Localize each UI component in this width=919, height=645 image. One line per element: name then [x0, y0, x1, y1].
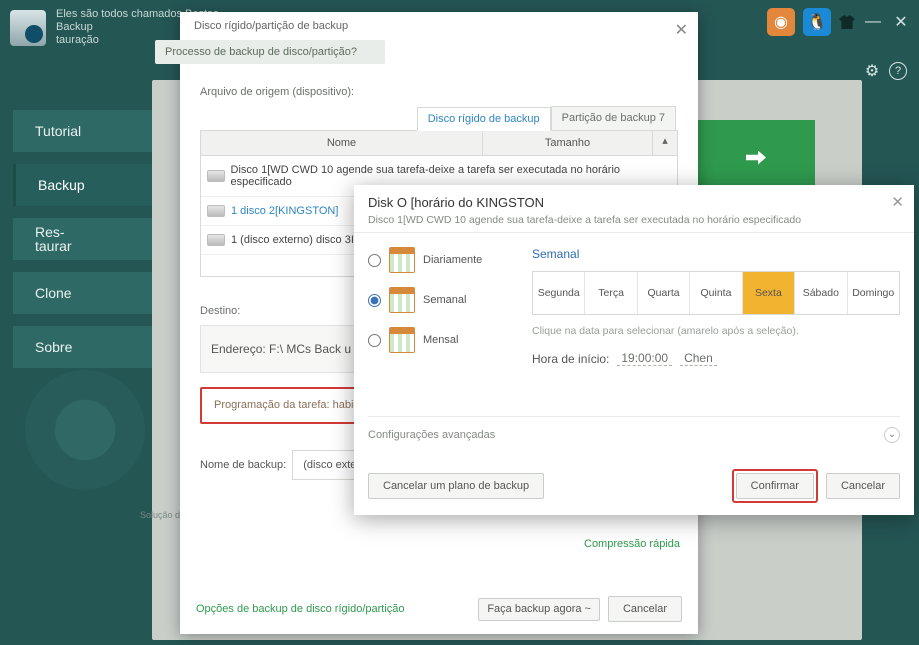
- help-icon[interactable]: ?: [889, 62, 907, 80]
- schedule-header: Semanal: [532, 247, 900, 261]
- schedule-dialog: ✕ Disk O [horário do KINGSTON Disco 1[WD…: [354, 185, 914, 515]
- tab-partition-backup[interactable]: Partição de backup 7: [551, 106, 676, 130]
- radio-daily[interactable]: [368, 254, 381, 267]
- time-value[interactable]: 19:00:00: [617, 351, 672, 366]
- freq-weekly[interactable]: Semanal: [368, 287, 518, 313]
- gear-icon[interactable]: ⚙: [863, 62, 881, 80]
- schedule-cancel-button[interactable]: Cancelar: [826, 473, 900, 499]
- col-name[interactable]: Nome: [201, 131, 483, 155]
- arrow-right-icon: [746, 151, 766, 165]
- sidebar-item-backup[interactable]: Backup: [13, 164, 153, 206]
- tray-weibo-icon[interactable]: ◉: [767, 8, 795, 36]
- schedule-title: Disk O [horário do KINGSTON: [354, 185, 914, 214]
- chevron-down-icon[interactable]: ⌄: [884, 427, 900, 443]
- app-logo-icon: [10, 10, 46, 46]
- day-fri[interactable]: Sexta: [743, 272, 795, 314]
- calendar-icon: [389, 287, 415, 313]
- close-button[interactable]: ✕: [891, 12, 911, 32]
- source-tabs: Disco rígido de backup Partição de backu…: [200, 106, 676, 130]
- minimize-button[interactable]: —: [863, 13, 883, 31]
- freq-monthly[interactable]: Mensal: [368, 327, 518, 353]
- scroll-up-icon[interactable]: ▴: [653, 131, 677, 155]
- calendar-icon: [389, 327, 415, 353]
- day-wed[interactable]: Quarta: [638, 272, 690, 314]
- backup-options-link[interactable]: Opções de backup de disco rígido/partiçã…: [196, 603, 405, 615]
- disk-icon: [207, 234, 225, 246]
- day-sun[interactable]: Domingo: [848, 272, 899, 314]
- day-sat[interactable]: Sábado: [795, 272, 847, 314]
- row-text: 1 disco 2[KINGSTON]: [231, 205, 338, 217]
- confirm-highlight: Confirmar: [732, 469, 818, 503]
- time-extra[interactable]: Chen: [680, 351, 717, 366]
- sidebar-item-about[interactable]: Sobre: [13, 326, 153, 368]
- day-mon[interactable]: Segunda: [533, 272, 585, 314]
- calendar-icon: [389, 247, 415, 273]
- backup-name-label: Nome de backup:: [200, 459, 286, 471]
- cancel-plan-button[interactable]: Cancelar um plano de backup: [368, 473, 544, 499]
- sidebar-item-restore[interactable]: Res- taurar: [13, 218, 153, 260]
- sidebar-item-clone[interactable]: Clone: [13, 272, 153, 314]
- freq-weekly-label: Semanal: [423, 295, 466, 306]
- sidebar: Tutorial Backup Res- taurar Clone Sobre: [13, 110, 153, 368]
- backup-now-button[interactable]: Faça backup agora ~: [478, 598, 600, 621]
- skin-icon[interactable]: [839, 15, 855, 29]
- source-label: Arquivo de origem (dispositivo):: [200, 86, 678, 98]
- day-tue[interactable]: Terça: [585, 272, 637, 314]
- advanced-settings-label[interactable]: Configurações avançadas: [368, 429, 495, 441]
- decorative-disc-icon: [25, 370, 145, 490]
- row-text: 1 (disco externo) disco 3IP: [231, 234, 361, 246]
- confirm-button[interactable]: Confirmar: [736, 473, 814, 499]
- freq-daily-label: Diariamente: [423, 255, 482, 266]
- tray-qq-icon[interactable]: 🐧: [803, 8, 831, 36]
- tab-disk-backup[interactable]: Disco rígido de backup: [417, 107, 551, 131]
- freq-daily[interactable]: Diariamente: [368, 247, 518, 273]
- disk-icon: [207, 170, 225, 182]
- day-selector: Segunda Terça Quarta Quinta Sexta Sábado…: [532, 271, 900, 315]
- col-size[interactable]: Tamanho: [483, 131, 653, 155]
- schedule-note: Disco 1[WD CWD 10 agende sua tarefa-deix…: [354, 214, 914, 233]
- radio-weekly[interactable]: [368, 294, 381, 307]
- frequency-options: Diariamente Semanal Mensal: [368, 247, 518, 366]
- dialog-title: Disco rígido/partição de backup: [194, 20, 348, 32]
- disk-icon: [207, 205, 225, 217]
- radio-monthly[interactable]: [368, 334, 381, 347]
- freq-monthly-label: Mensal: [423, 335, 458, 346]
- time-label: Hora de início:: [532, 352, 609, 366]
- schedule-close-icon[interactable]: ✕: [891, 193, 904, 211]
- dialog-subtitle: Processo de backup de disco/partição?: [155, 40, 385, 64]
- day-hint: Clique na data para selecionar (amarelo …: [532, 325, 900, 337]
- cancel-button[interactable]: Cancelar: [608, 596, 682, 622]
- dialog-close-icon[interactable]: ✕: [675, 20, 688, 40]
- sidebar-item-tutorial[interactable]: Tutorial: [13, 110, 153, 152]
- compression-link[interactable]: Compressão rápida: [584, 538, 680, 550]
- primary-action-button[interactable]: [697, 120, 815, 195]
- day-thu[interactable]: Quinta: [690, 272, 742, 314]
